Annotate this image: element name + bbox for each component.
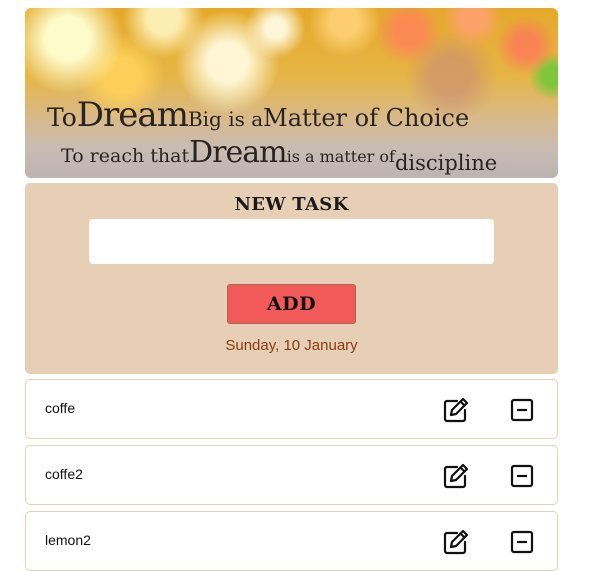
task-item: lemon2 <box>25 511 558 571</box>
remove-button[interactable] <box>508 396 536 424</box>
banner-quote: ToDreamBig is aMatter of Choice To reach… <box>25 96 558 178</box>
quote-line-2: To reach thatDreamis a matter ofdiscipli… <box>61 135 497 174</box>
quote-word-dream-2: Dream <box>189 135 287 170</box>
quote-banner-image: ToDreamBig is aMatter of Choice To reach… <box>25 8 558 178</box>
task-text: coffe2 <box>45 466 83 482</box>
quote-line-1: ToDreamBig is aMatter of Choice <box>47 98 469 132</box>
quote-words-matter-of-choice: Matter of Choice <box>263 104 470 132</box>
minus-square-icon <box>510 464 534 488</box>
task-item: coffe <box>25 379 558 439</box>
quote-words-to-reach-that: To reach that <box>61 145 190 167</box>
quote-word-discipline: discipline <box>394 151 498 175</box>
new-task-input[interactable] <box>89 219 494 264</box>
remove-button[interactable] <box>508 462 536 490</box>
minus-square-icon <box>510 530 534 554</box>
current-date: Sunday, 10 January <box>225 337 358 354</box>
task-list: coffe coffe2 lemon2 <box>25 379 558 571</box>
todo-app: ToDreamBig is aMatter of Choice To reach… <box>25 0 558 571</box>
remove-button[interactable] <box>508 528 536 556</box>
task-text: coffe <box>45 400 76 416</box>
quote-words-is-a-matter-of: is a matter of <box>286 147 395 166</box>
task-text: lemon2 <box>45 532 91 548</box>
edit-button[interactable] <box>442 528 470 556</box>
task-item: coffe2 <box>25 445 558 505</box>
edit-button[interactable] <box>442 462 470 490</box>
add-button[interactable]: ADD <box>227 284 356 324</box>
quote-word-dream: Dream <box>76 95 189 135</box>
minus-square-icon <box>510 398 534 422</box>
edit-button[interactable] <box>442 396 470 424</box>
new-task-title: NEW TASK <box>234 194 349 215</box>
new-task-panel: NEW TASK ADD Sunday, 10 January <box>25 183 558 374</box>
edit-icon <box>443 463 469 489</box>
quote-word-to: To <box>47 103 77 132</box>
edit-icon <box>443 397 469 423</box>
edit-icon <box>443 529 469 555</box>
quote-words-big-is-a: Big is a <box>187 107 264 131</box>
